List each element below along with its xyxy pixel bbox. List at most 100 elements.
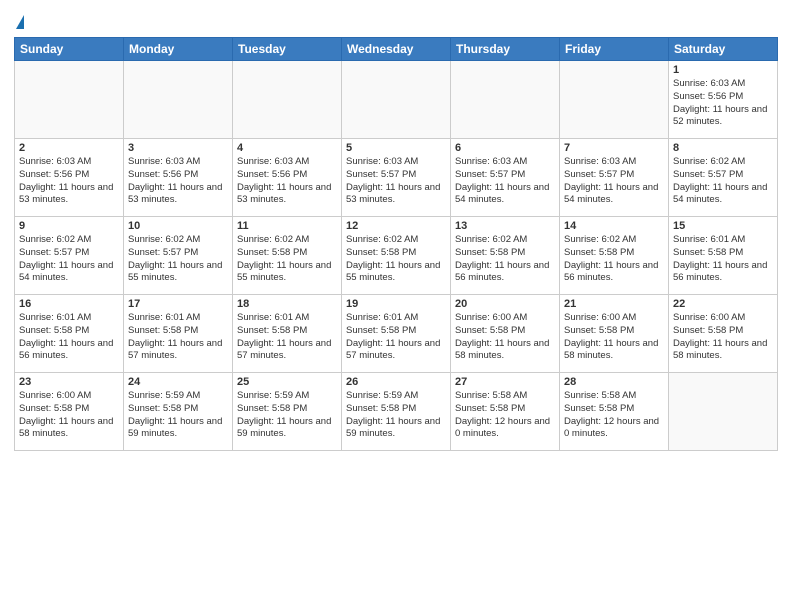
calendar-cell-4-3: 18Sunrise: 6:01 AM Sunset: 5:58 PM Dayli… (233, 295, 342, 373)
day-number: 1 (673, 64, 773, 76)
calendar-cell-2-3: 4 Sunrise: 6:03 AM Sunset: 5:56 PM Daylig… (233, 139, 342, 217)
day-number: 25 (237, 376, 337, 388)
logo-triangle-icon (16, 15, 24, 29)
calendar-cell-5-2: 24 Sunrise: 5:59 AM Sunset: 5:58 PM Dayli… (124, 373, 233, 451)
day-info: Sunrise: 6:02 AM Sunset: 5:57 PM Dayligh… (19, 234, 119, 285)
calendar-header-sunday: Sunday (15, 38, 124, 61)
calendar-cell-4-7: 22 Sunrise: 6:00 AM Sunset: 5:58 PM Dayli… (669, 295, 778, 373)
calendar-cell-5-1: 23 Sunrise: 6:00 AM Sunset: 5:58 PM Dayli… (15, 373, 124, 451)
calendar-week-2: 2Sunrise: 6:03 AM Sunset: 5:56 PM Daylig… (15, 139, 778, 217)
calendar-cell-5-3: 25 Sunrise: 5:59 AM Sunset: 5:58 PM Dayli… (233, 373, 342, 451)
day-info: Sunrise: 5:58 AM Sunset: 5:58 PM Dayligh… (455, 390, 555, 441)
day-info: Sunrise: 5:59 AM Sunset: 5:58 PM Dayligh… (128, 390, 228, 441)
calendar-cell-2-5: 6 Sunrise: 6:03 AM Sunset: 5:57 PM Daylig… (451, 139, 560, 217)
header (14, 10, 778, 31)
calendar-body: 1 Sunrise: 6:03 AM Sunset: 5:56 PM Daylig… (15, 61, 778, 451)
day-info: Sunrise: 6:02 AM Sunset: 5:57 PM Dayligh… (673, 156, 773, 207)
day-info: Sunrise: 6:03 AM Sunset: 5:57 PM Dayligh… (564, 156, 664, 207)
day-info: Sunrise: 5:59 AM Sunset: 5:58 PM Dayligh… (346, 390, 446, 441)
logo (14, 10, 24, 31)
day-number: 18 (237, 298, 337, 310)
calendar-header-monday: Monday (124, 38, 233, 61)
page-container: SundayMondayTuesdayWednesdayThursdayFrid… (0, 0, 792, 457)
day-number: 15 (673, 220, 773, 232)
calendar-header-thursday: Thursday (451, 38, 560, 61)
day-number: 8 (673, 142, 773, 154)
calendar-cell-1-6 (560, 61, 669, 139)
day-number: 6 (455, 142, 555, 154)
day-info: Sunrise: 5:58 AM Sunset: 5:58 PM Dayligh… (564, 390, 664, 441)
day-info: Sunrise: 5:59 AM Sunset: 5:58 PM Dayligh… (237, 390, 337, 441)
calendar-header-friday: Friday (560, 38, 669, 61)
calendar-cell-4-4: 19 Sunrise: 6:01 AM Sunset: 5:58 PM Dayli… (342, 295, 451, 373)
calendar-cell-2-2: 3 Sunrise: 6:03 AM Sunset: 5:56 PM Daylig… (124, 139, 233, 217)
calendar-header-wednesday: Wednesday (342, 38, 451, 61)
day-info: Sunrise: 6:00 AM Sunset: 5:58 PM Dayligh… (19, 390, 119, 441)
day-number: 9 (19, 220, 119, 232)
calendar-cell-4-1: 16 Sunrise: 6:01 AM Sunset: 5:58 PM Dayli… (15, 295, 124, 373)
calendar-cell-1-4 (342, 61, 451, 139)
calendar-cell-2-6: 7 Sunrise: 6:03 AM Sunset: 5:57 PM Daylig… (560, 139, 669, 217)
day-number: 21 (564, 298, 664, 310)
day-info: Sunrise: 6:03 AM Sunset: 5:57 PM Dayligh… (455, 156, 555, 207)
day-info: Sunrise: 6:01 AM Sunset: 5:58 PM Dayligh… (673, 234, 773, 285)
day-number: 16 (19, 298, 119, 310)
day-info: Sunrise: 6:03 AM Sunset: 5:56 PM Dayligh… (673, 78, 773, 129)
calendar-cell-5-4: 26 Sunrise: 5:59 AM Sunset: 5:58 PM Dayli… (342, 373, 451, 451)
calendar-week-1: 1 Sunrise: 6:03 AM Sunset: 5:56 PM Daylig… (15, 61, 778, 139)
calendar-cell-5-5: 27 Sunrise: 5:58 AM Sunset: 5:58 PM Dayli… (451, 373, 560, 451)
calendar-week-3: 9 Sunrise: 6:02 AM Sunset: 5:57 PM Daylig… (15, 217, 778, 295)
day-info: Sunrise: 6:01 AM Sunset: 5:58 PM Dayligh… (128, 312, 228, 363)
day-info: Sunrise: 6:02 AM Sunset: 5:58 PM Dayligh… (455, 234, 555, 285)
day-info: Sunrise: 6:02 AM Sunset: 5:58 PM Dayligh… (564, 234, 664, 285)
day-number: 19 (346, 298, 446, 310)
day-number: 3 (128, 142, 228, 154)
day-number: 22 (673, 298, 773, 310)
day-number: 13 (455, 220, 555, 232)
day-number: 24 (128, 376, 228, 388)
day-number: 5 (346, 142, 446, 154)
day-info: Sunrise: 6:02 AM Sunset: 5:58 PM Dayligh… (346, 234, 446, 285)
day-number: 27 (455, 376, 555, 388)
calendar-table: SundayMondayTuesdayWednesdayThursdayFrid… (14, 37, 778, 451)
calendar-cell-1-5 (451, 61, 560, 139)
day-number: 11 (237, 220, 337, 232)
day-number: 14 (564, 220, 664, 232)
calendar-cell-5-6: 28 Sunrise: 5:58 AM Sunset: 5:58 PM Dayli… (560, 373, 669, 451)
calendar-header-saturday: Saturday (669, 38, 778, 61)
calendar-cell-3-3: 11 Sunrise: 6:02 AM Sunset: 5:58 PM Dayli… (233, 217, 342, 295)
day-number: 17 (128, 298, 228, 310)
calendar-cell-2-7: 8 Sunrise: 6:02 AM Sunset: 5:57 PM Daylig… (669, 139, 778, 217)
calendar-cell-2-1: 2Sunrise: 6:03 AM Sunset: 5:56 PM Daylig… (15, 139, 124, 217)
calendar-cell-1-1 (15, 61, 124, 139)
day-info: Sunrise: 6:02 AM Sunset: 5:58 PM Dayligh… (237, 234, 337, 285)
calendar-week-5: 23 Sunrise: 6:00 AM Sunset: 5:58 PM Dayli… (15, 373, 778, 451)
day-info: Sunrise: 6:00 AM Sunset: 5:58 PM Dayligh… (455, 312, 555, 363)
day-info: Sunrise: 6:03 AM Sunset: 5:56 PM Dayligh… (237, 156, 337, 207)
day-number: 23 (19, 376, 119, 388)
calendar-week-4: 16 Sunrise: 6:01 AM Sunset: 5:58 PM Dayli… (15, 295, 778, 373)
day-info: Sunrise: 6:00 AM Sunset: 5:58 PM Dayligh… (673, 312, 773, 363)
day-number: 28 (564, 376, 664, 388)
day-info: Sunrise: 6:03 AM Sunset: 5:56 PM Dayligh… (128, 156, 228, 207)
day-number: 7 (564, 142, 664, 154)
day-number: 26 (346, 376, 446, 388)
calendar-cell-4-5: 20 Sunrise: 6:00 AM Sunset: 5:58 PM Dayli… (451, 295, 560, 373)
day-number: 4 (237, 142, 337, 154)
calendar-cell-4-6: 21 Sunrise: 6:00 AM Sunset: 5:58 PM Dayli… (560, 295, 669, 373)
day-info: Sunrise: 6:00 AM Sunset: 5:58 PM Dayligh… (564, 312, 664, 363)
day-number: 10 (128, 220, 228, 232)
calendar-cell-1-3 (233, 61, 342, 139)
calendar-cell-4-2: 17 Sunrise: 6:01 AM Sunset: 5:58 PM Dayli… (124, 295, 233, 373)
day-number: 12 (346, 220, 446, 232)
calendar-cell-1-7: 1 Sunrise: 6:03 AM Sunset: 5:56 PM Daylig… (669, 61, 778, 139)
day-info: Sunrise: 6:01 AM Sunset: 5:58 PM Dayligh… (19, 312, 119, 363)
calendar-cell-3-6: 14 Sunrise: 6:02 AM Sunset: 5:58 PM Dayli… (560, 217, 669, 295)
logo-top (14, 10, 24, 31)
day-info: Sunrise: 6:02 AM Sunset: 5:57 PM Dayligh… (128, 234, 228, 285)
calendar-cell-5-7 (669, 373, 778, 451)
calendar-cell-3-1: 9 Sunrise: 6:02 AM Sunset: 5:57 PM Daylig… (15, 217, 124, 295)
day-info: Sunrise: 6:01 AM Sunset: 5:58 PM Dayligh… (346, 312, 446, 363)
day-number: 20 (455, 298, 555, 310)
calendar-cell-1-2 (124, 61, 233, 139)
